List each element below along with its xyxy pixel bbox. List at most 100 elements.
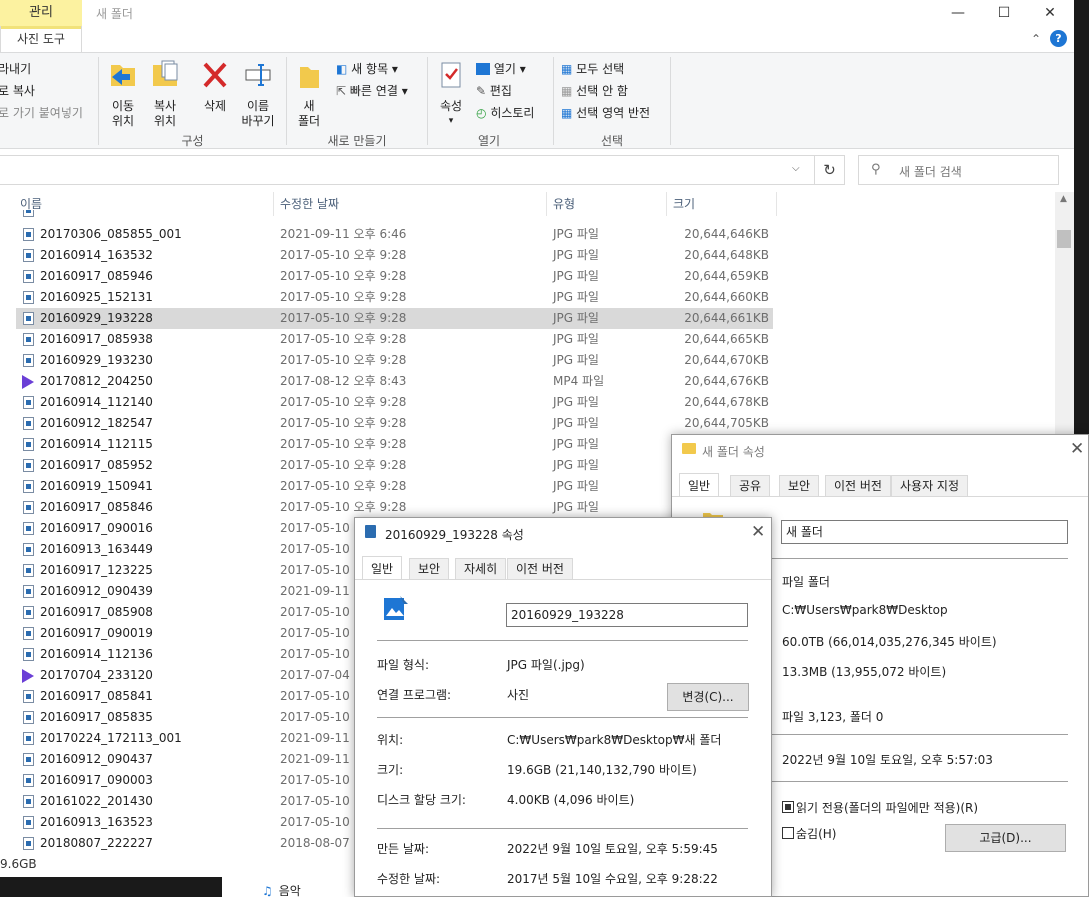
properties-label: 속성 <box>439 99 463 113</box>
nav-item-music[interactable]: ♫ 음악 <box>262 882 301 897</box>
copy-path-button[interactable]: 로 복사 <box>0 82 35 99</box>
history-button[interactable]: ◴ 히스토리 <box>476 104 534 121</box>
table-row[interactable]: 20170812_204250 2017-08-12 오후 8:43 MP4 파일 2… <box>16 371 773 392</box>
column-separator[interactable] <box>776 192 777 216</box>
file-name-field[interactable]: 20160929_193228 <box>506 603 748 627</box>
invert-selection-button[interactable]: ▦ 선택 영역 반전 <box>561 104 650 121</box>
file-date-cell: 2017-05-10 <box>280 773 350 787</box>
change-program-button[interactable]: 변경(C)... <box>667 683 749 711</box>
hidden-checkbox[interactable] <box>782 827 794 839</box>
image-file-icon <box>23 711 34 724</box>
image-file-icon <box>23 606 34 619</box>
table-row[interactable]: 20160917_085946 2017-05-10 오후 9:28 JPG 파일 2… <box>16 266 773 287</box>
minimize-button[interactable]: — <box>935 0 981 26</box>
table-row[interactable]: 20160917_085938 2017-05-10 오후 9:28 JPG 파일 2… <box>16 329 773 350</box>
ribbon-tabs: 사진 도구 ⌃ ? <box>0 26 1074 52</box>
size-value: 19.6GB (21,140,132,790 바이트) <box>507 763 697 777</box>
file-type-cell: JPG 파일 <box>553 437 599 451</box>
file-date-cell: 2017-05-10 <box>280 794 350 808</box>
folder-name-field[interactable]: 새 폴더 <box>781 520 1068 544</box>
table-row[interactable]: 20160914_112115 2017-05-10 오후 9:28 JPG 파일 <box>16 434 773 455</box>
image-file-large-icon <box>384 596 408 620</box>
file-date-cell: 2017-05-10 오후 9:28 <box>280 248 407 262</box>
image-file-icon <box>23 417 34 430</box>
file-date-cell: 2021-09-11 <box>280 584 350 598</box>
readonly-checkbox[interactable] <box>782 801 794 813</box>
tab-customize[interactable]: 사용자 지정 <box>891 475 969 497</box>
advanced-button[interactable]: 고급(D)... <box>945 824 1066 852</box>
search-input[interactable]: ⚲ 새 폴더 검색 <box>858 155 1059 185</box>
size-on-disk-value: 4.00KB (4,096 바이트) <box>507 793 635 807</box>
table-row[interactable]: 20160914_112140 2017-05-10 오후 9:28 JPG 파일 2… <box>16 392 773 413</box>
image-file-icon <box>23 312 34 325</box>
file-date-cell: 2017-05-10 <box>280 626 350 640</box>
tab-sharing[interactable]: 공유 <box>730 475 771 497</box>
file-date-cell: 2017-07-04 <box>280 668 350 682</box>
file-date-cell: 2017-05-10 오후 9:28 <box>280 395 407 409</box>
scroll-up-icon[interactable]: ▲ <box>1060 194 1067 204</box>
table-row[interactable]: 20160919_150941 2017-05-10 오후 9:28 JPG 파일 <box>16 476 773 497</box>
rename-label: 이름 바꾸기 <box>241 99 275 128</box>
tab-details[interactable]: 자세히 <box>455 558 507 580</box>
file-size-cell: 20,644,665KB <box>684 332 769 346</box>
close-icon[interactable]: ✕ <box>1070 439 1084 459</box>
table-row[interactable]: 20160917_085846 2017-05-10 오후 9:28 JPG 파일 <box>16 497 773 518</box>
tab-previous-versions[interactable]: 이전 버전 <box>825 475 891 497</box>
status-selected-size: 9.6GB <box>0 857 37 871</box>
table-row[interactable]: 20160917_085952 2017-05-10 오후 9:28 JPG 파일 <box>16 455 773 476</box>
scrollbar-thumb[interactable] <box>1057 230 1071 248</box>
tab-security[interactable]: 보안 <box>409 558 450 580</box>
delete-button[interactable]: 삭제 <box>196 59 234 114</box>
close-button[interactable]: ✕ <box>1027 0 1073 26</box>
select-none-button[interactable]: ▦ 선택 안 함 <box>561 82 628 99</box>
file-name-cell: 20160912_182547 <box>40 416 153 430</box>
file-date-cell: 2021-09-11 오후 6:46 <box>280 227 407 241</box>
new-item-button[interactable]: ◧ 새 항목 ▾ <box>336 60 398 77</box>
table-row[interactable]: 20160929_193230 2017-05-10 오후 9:28 JPG 파일 2… <box>16 350 773 371</box>
table-row[interactable]: 20160914_163532 2017-05-10 오후 9:28 JPG 파일 2… <box>16 245 773 266</box>
move-to-button[interactable]: 이동 위치 <box>104 59 142 129</box>
tab-previous-versions[interactable]: 이전 버전 <box>507 558 573 580</box>
table-row-partial[interactable] <box>16 210 773 218</box>
size-label: 크기: <box>377 763 404 777</box>
table-row[interactable]: 20170306_085855_001 2021-09-11 오후 6:46 JPG… <box>16 224 773 245</box>
chevron-down-icon[interactable]: ⌵ <box>792 163 800 174</box>
address-bar[interactable]: ⌵ <box>0 155 815 185</box>
maximize-button[interactable]: ☐ <box>981 0 1027 26</box>
tab-general[interactable]: 일반 <box>362 556 403 580</box>
refresh-button[interactable]: ↻ <box>815 155 845 185</box>
tab-manage[interactable]: 관리 <box>0 0 82 26</box>
dialog-title-bar: 새 폴더 속성 ✕ <box>672 435 1088 465</box>
table-row[interactable]: 20160912_182547 2017-05-10 오후 9:28 JPG 파일 2… <box>16 413 773 434</box>
tab-photo-tools[interactable]: 사진 도구 <box>0 26 82 52</box>
open-group-label: 열기 <box>477 134 501 148</box>
tab-general[interactable]: 일반 <box>679 473 720 497</box>
table-row[interactable]: 20160929_193228 2017-05-10 오후 9:28 JPG 파일 2… <box>16 308 773 329</box>
tab-security[interactable]: 보안 <box>779 475 820 497</box>
new-folder-button[interactable]: 새 폴더 <box>292 59 326 129</box>
cut-button[interactable]: 라내기 <box>0 60 31 77</box>
collapse-ribbon-icon[interactable]: ⌃ <box>1031 32 1041 46</box>
delete-icon <box>203 62 227 88</box>
properties-icon <box>441 62 461 88</box>
file-name-cell: 20160917_090019 <box>40 626 153 640</box>
size-on-disk-label: 디스크 할당 크기: <box>377 793 466 807</box>
rename-button[interactable]: 이름 바꾸기 <box>237 59 279 129</box>
file-date-cell: 2017-05-10 오후 9:28 <box>280 269 407 283</box>
properties-button[interactable]: 속성 ▾ <box>434 59 468 129</box>
paste-shortcut-button[interactable]: 로 가기 붙여넣기 <box>0 104 83 121</box>
edit-button[interactable]: ✎ 편집 <box>476 82 512 99</box>
video-file-icon <box>22 669 34 683</box>
copy-to-button[interactable]: 복사 위치 <box>146 59 184 129</box>
select-all-button[interactable]: ▦ 모두 선택 <box>561 60 624 77</box>
modified-value: 2017년 5월 10일 수요일, 오후 9:28:22 <box>507 872 718 886</box>
organize-group-label: 구성 <box>181 134 204 148</box>
easy-access-button[interactable]: ⇱ 빠른 연결 ▾ <box>336 82 408 99</box>
open-button[interactable]: 열기 ▾ <box>476 60 526 77</box>
close-icon[interactable]: ✕ <box>751 522 765 542</box>
help-icon[interactable]: ? <box>1050 30 1067 47</box>
file-name-cell: 20160917_123225 <box>40 563 153 577</box>
file-date-cell: 2017-05-10 오후 9:28 <box>280 458 407 472</box>
table-row[interactable]: 20160925_152131 2017-05-10 오후 9:28 JPG 파일 2… <box>16 287 773 308</box>
image-file-icon <box>23 816 34 829</box>
